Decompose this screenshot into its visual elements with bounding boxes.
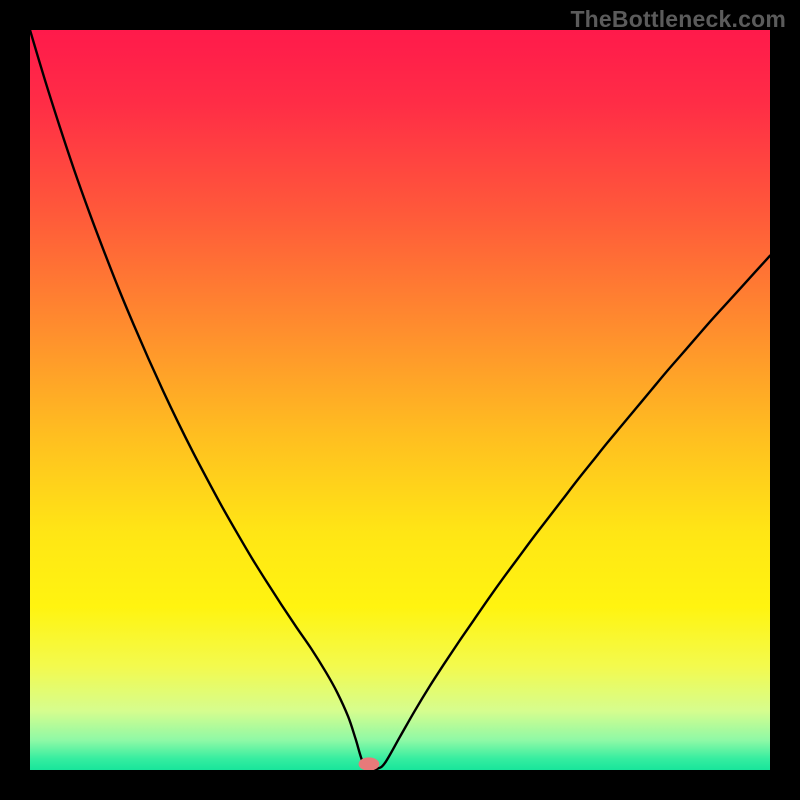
gradient-background	[30, 30, 770, 770]
chart-frame: TheBottleneck.com	[0, 0, 800, 800]
watermark-text: TheBottleneck.com	[570, 6, 786, 33]
plot-area	[30, 30, 770, 770]
chart-svg	[30, 30, 770, 770]
